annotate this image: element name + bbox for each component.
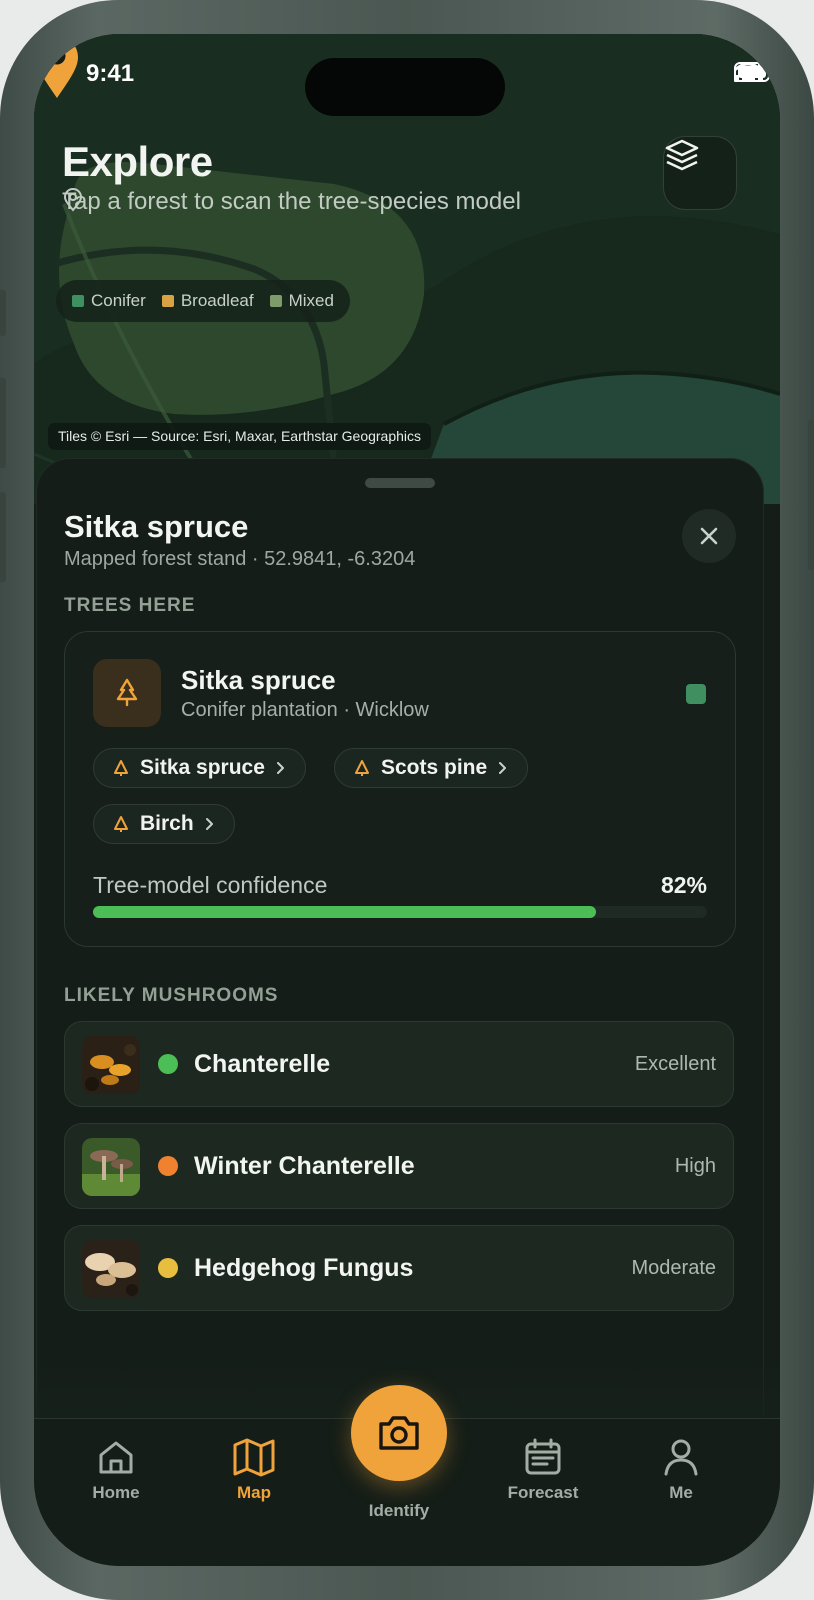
legend-swatch-conifer	[72, 295, 84, 307]
map-layers-button[interactable]	[663, 136, 737, 210]
tree-chip-sitka-spruce[interactable]: Sitka spruce	[93, 748, 306, 788]
tab-home[interactable]: Home	[56, 1437, 176, 1503]
tree-chip-birch[interactable]: Birch	[93, 804, 235, 844]
map-view[interactable]: 9:41 Explore Tap a forest to scan the tr…	[34, 34, 780, 504]
tree-chip-scots-pine[interactable]: Scots pine	[334, 748, 529, 788]
map-icon	[233, 1438, 275, 1477]
volume-up-button	[0, 378, 6, 468]
confidence-label: Tree-model confidence	[93, 872, 328, 898]
user-icon	[664, 1439, 698, 1476]
mushroom-thumbnail	[82, 1138, 140, 1196]
screen: 9:41 Explore Tap a forest to scan the tr…	[34, 34, 780, 1566]
tab-map[interactable]: Map	[194, 1437, 314, 1503]
volume-down-button	[0, 492, 6, 582]
mushroom-rating: High	[674, 1155, 716, 1177]
phone-frame: 9:41 Explore Tap a forest to scan the tr…	[0, 0, 814, 1600]
chevron-right-icon	[205, 818, 213, 830]
sheet-title: Sitka spruce	[64, 509, 249, 544]
location-pin-icon	[63, 188, 83, 212]
chip-label: Scots pine	[381, 756, 488, 779]
mushroom-row-chanterelle[interactable]: Chanterelle Excellent	[64, 1021, 734, 1107]
availability-dot	[158, 1258, 178, 1278]
legend-swatch-broadleaf	[161, 295, 174, 307]
availability-dot	[158, 1054, 178, 1074]
tab-bar: Home Map Identify Forecast Me	[34, 1385, 780, 1566]
mushroom-name: Winter Chanterelle	[194, 1152, 415, 1180]
availability-dot	[158, 1156, 178, 1176]
map-marker-icon[interactable]	[34, 34, 80, 100]
tab-label: Home	[92, 1483, 140, 1502]
tab-label: Forecast	[507, 1483, 579, 1502]
tree-card: Sitka spruce Conifer plantation · Wicklo…	[64, 631, 736, 947]
tab-label: Me	[669, 1483, 693, 1502]
map-legend: Conifer Broadleaf Mixed	[56, 280, 350, 322]
tab-label: Map	[237, 1483, 271, 1502]
details-sheet: Sitka spruce Mapped forest stand · 52.98…	[36, 458, 764, 1460]
trees-section-label: TREES HERE	[64, 595, 196, 616]
mushroom-thumbnail	[82, 1240, 140, 1298]
subtitle-text: Tap a forest to scan the tree-species mo…	[62, 188, 521, 215]
map-attribution: Tiles © Esri — Source: Esri, Maxar, Eart…	[48, 423, 432, 450]
chevron-right-icon	[499, 762, 507, 774]
conifer-tree-icon	[114, 816, 128, 832]
close-button[interactable]	[682, 509, 736, 563]
mushroom-row-hedgehog-fungus[interactable]: Hedgehog Fungus Moderate	[64, 1225, 734, 1311]
confidence-bar-fill	[93, 906, 597, 918]
mushroom-rating: Excellent	[634, 1053, 716, 1075]
mushroom-row-winter-chanterelle[interactable]: Winter Chanterelle High	[64, 1123, 734, 1209]
chip-label: Birch	[140, 812, 194, 835]
legend-label: Conifer	[91, 291, 146, 310]
tree-subtitle: Conifer plantation · Wicklow	[181, 699, 429, 721]
sheet-subtitle: Mapped forest stand · 52.9841, -6.3204	[64, 548, 416, 570]
mushroom-name: Hedgehog Fungus	[194, 1254, 414, 1282]
forest-type-indicator	[686, 684, 706, 704]
close-icon	[700, 527, 718, 545]
conifer-tree-icon	[116, 678, 138, 707]
mute-switch	[0, 290, 6, 336]
mushroom-thumbnail	[82, 1036, 140, 1094]
legend-conifer: Conifer	[72, 291, 146, 311]
mushroom-rating: Moderate	[631, 1257, 717, 1279]
sheet-drag-handle[interactable]	[365, 478, 435, 488]
legend-label: Mixed	[288, 291, 334, 310]
calendar-icon	[525, 1438, 561, 1475]
dynamic-island	[305, 58, 505, 116]
legend-label: Broadleaf	[180, 291, 254, 310]
conifer-tree-icon	[114, 760, 128, 776]
home-icon	[99, 1441, 133, 1474]
mushroom-name: Chanterelle	[194, 1050, 331, 1078]
legend-swatch-mixed	[269, 295, 282, 307]
tab-forecast[interactable]: Forecast	[483, 1437, 603, 1503]
chevron-right-icon	[276, 762, 284, 774]
identify-button[interactable]	[351, 1385, 447, 1481]
status-time: 9:41	[86, 60, 135, 87]
legend-mixed: Mixed	[269, 291, 334, 311]
camera-icon	[379, 1416, 419, 1450]
identify-label: Identify	[368, 1501, 430, 1520]
page-subtitle: Tap a forest to scan the tree-species mo…	[62, 188, 521, 216]
layers-icon	[665, 139, 699, 171]
page-title: Explore	[62, 138, 213, 185]
conifer-tree-icon	[355, 760, 369, 776]
tree-name: Sitka spruce	[181, 665, 336, 695]
battery-icon	[734, 62, 773, 82]
confidence-value: 82%	[660, 872, 707, 898]
status-bar: 9:41	[34, 34, 780, 116]
power-button	[808, 420, 814, 570]
confidence-bar	[93, 906, 707, 918]
chip-label: Sitka spruce	[140, 756, 265, 779]
tree-icon-box	[93, 659, 161, 727]
mushrooms-section-label: LIKELY MUSHROOMS	[64, 985, 279, 1006]
tab-me[interactable]: Me	[621, 1437, 741, 1503]
legend-broadleaf: Broadleaf	[161, 291, 254, 311]
